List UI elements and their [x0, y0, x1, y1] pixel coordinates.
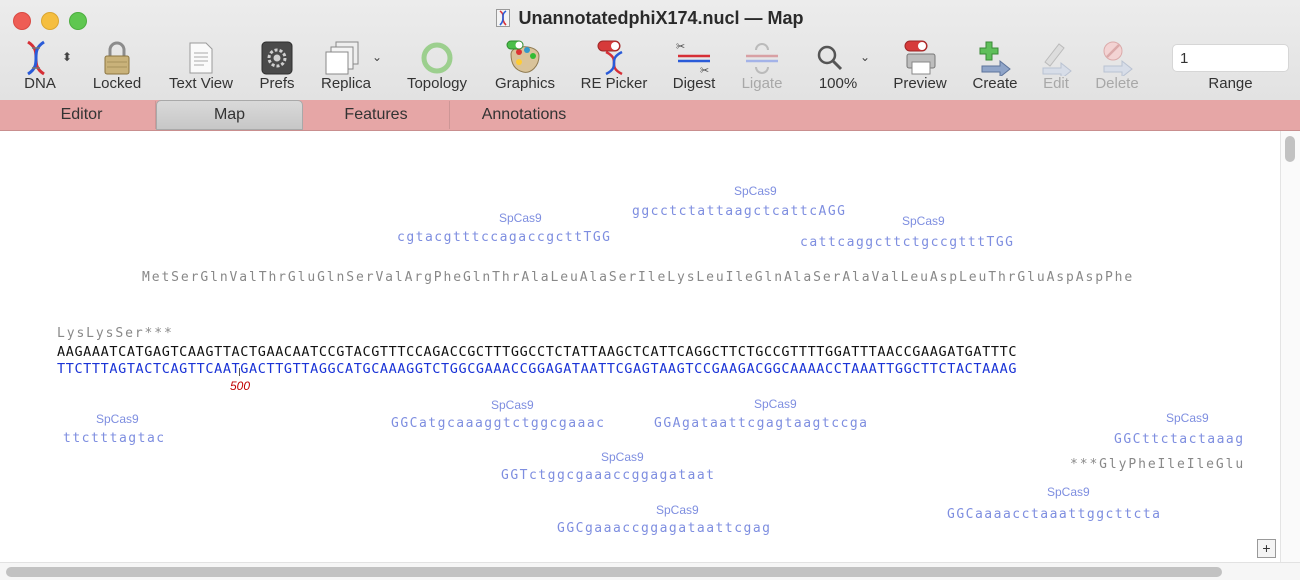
tab-features[interactable]: Features — [303, 101, 450, 129]
tab-editor[interactable]: Editor — [8, 101, 156, 129]
re-picker-label: RE Picker — [580, 75, 648, 92]
guide-sequence[interactable]: cattcaggcttctgccgtttTGG — [800, 235, 1015, 250]
replica-chevron-down-icon: ⌄ — [372, 50, 383, 64]
zoom-in-plus-button[interactable]: + — [1257, 539, 1276, 558]
prefs-label: Prefs — [259, 75, 295, 92]
pencil-edit-icon — [1042, 43, 1072, 76]
range-label: Range — [1208, 75, 1253, 92]
zoom-label: 100% — [818, 75, 858, 92]
guide-label: SpCas9 — [656, 503, 699, 517]
dna-bottom-strand[interactable]: TTCTTTAGTACTCAGTTCAATGACTTGTTAGGCATGCAAA… — [57, 361, 1017, 377]
horizontal-scrollbar[interactable] — [0, 562, 1300, 580]
graphics-button[interactable]: Graphics — [490, 40, 560, 94]
guide-label: SpCas9 — [499, 211, 542, 225]
gear-icon — [261, 41, 293, 75]
replica-label: Replica — [320, 75, 372, 92]
guide-label: SpCas9 — [1166, 411, 1209, 425]
locked-label: Locked — [92, 75, 142, 92]
guide-sequence[interactable]: GGCttctactaaag — [1114, 432, 1245, 447]
scissors-digest-icon: ✂ ✂ — [676, 40, 710, 76]
locked-button[interactable]: Locked — [88, 40, 146, 94]
svg-text:✂: ✂ — [676, 40, 685, 53]
dna-menu-button[interactable]: ⬍ DNA — [14, 40, 73, 94]
text-view-button[interactable]: Text View — [164, 40, 238, 94]
guide-label: SpCas9 — [902, 214, 945, 228]
horizontal-scroll-thumb[interactable] — [6, 567, 1222, 577]
document-icon — [189, 42, 213, 74]
vertical-scrollbar[interactable] — [1280, 131, 1300, 562]
preview-button[interactable]: Preview — [886, 40, 954, 94]
dna-label: DNA — [24, 75, 56, 92]
guide-sequence[interactable]: GGCgaaaccggagataattcgag — [557, 521, 772, 536]
guide-sequence[interactable]: ttctttagtac — [63, 431, 166, 446]
toolbar: UnannotatedphiX174.nucl — Map ⬍ DNA Lock… — [0, 0, 1300, 101]
tab-map[interactable]: Map — [156, 100, 303, 130]
guide-label: SpCas9 — [601, 450, 644, 464]
dna-top-strand[interactable]: AAGAAATCATGAGTCAAGTTACTGAACAATCCGTACGTTT… — [57, 344, 1017, 360]
guide-label: SpCas9 — [1047, 485, 1090, 499]
circle-topology-icon — [421, 42, 453, 74]
graphics-label: Graphics — [494, 75, 556, 92]
window-title-text: UnannotatedphiX174.nucl — Map — [518, 8, 804, 28]
ligate-icon — [746, 43, 778, 74]
guide-label: SpCas9 — [734, 184, 777, 198]
vertical-scroll-thumb[interactable] — [1285, 136, 1295, 162]
prefs-button[interactable]: Prefs — [252, 40, 302, 94]
replica-windows-icon — [325, 41, 359, 75]
tab-annotations[interactable]: Annotations — [450, 101, 598, 129]
topology-button[interactable]: Topology — [400, 40, 474, 94]
position-tick — [239, 368, 240, 376]
app-window: UnannotatedphiX174.nucl — Map ⬍ DNA Lock… — [0, 0, 1300, 580]
guide-sequence[interactable]: GGTctggcgaaaccggagataat — [501, 468, 716, 483]
range-input[interactable]: 1 — [1172, 44, 1289, 72]
edit-button[interactable]: Edit — [1034, 40, 1078, 94]
guide-label: SpCas9 — [491, 398, 534, 412]
dna-updown-icon: ⬍ — [62, 50, 73, 64]
printer-preview-icon — [904, 40, 936, 75]
ligate-label: Ligate — [741, 75, 783, 92]
view-tab-bar: Editor Map Features Annotations — [0, 100, 1300, 131]
guide-sequence[interactable]: cgtacgtttccagaccgcttTGG — [397, 230, 612, 245]
protein-translation-reverse: ***GlyPheIleIleGlu — [1070, 457, 1246, 472]
preview-label: Preview — [893, 75, 947, 92]
create-button[interactable]: Create — [966, 40, 1024, 94]
guide-sequence[interactable]: GGCaaaacctaaattggcttcta — [947, 507, 1162, 522]
digest-label: Digest — [672, 75, 716, 92]
edit-label: Edit — [1043, 75, 1069, 92]
guide-sequence[interactable]: GGCatgcaaaggtctggcgaaac — [391, 416, 606, 431]
dna-helix-icon — [27, 40, 45, 76]
padlock-icon — [104, 41, 130, 75]
create-plus-arrow-icon — [979, 41, 1011, 76]
create-label: Create — [972, 75, 1018, 92]
delete-label: Delete — [1095, 75, 1139, 92]
delete-icon — [1103, 41, 1133, 76]
topology-label: Topology — [406, 75, 468, 92]
digest-button[interactable]: ✂ ✂ Digest — [666, 40, 722, 94]
guide-label: SpCas9 — [96, 412, 139, 426]
guide-sequence[interactable]: GGAgataattcgagtaagtccga — [654, 416, 869, 431]
zoom-menu-button[interactable]: ⌄ 100% — [806, 40, 872, 94]
dna-file-icon — [496, 9, 511, 27]
ligate-button[interactable]: Ligate — [736, 40, 788, 94]
guide-label: SpCas9 — [754, 397, 797, 411]
window-title: UnannotatedphiX174.nucl — Map — [0, 8, 1300, 29]
zoom-chevron-down-icon: ⌄ — [860, 50, 871, 64]
text-view-label: Text View — [169, 75, 233, 92]
re-picker-button[interactable]: RE Picker — [578, 40, 650, 94]
delete-button[interactable]: Delete — [1088, 40, 1146, 94]
magnifier-icon — [817, 45, 843, 71]
sequence-map-view[interactable]: SpCas9 ggcctctattaagctcattcAGG SpCas9 cg… — [0, 131, 1280, 562]
protein-translation-previous: LysLysSer*** — [57, 326, 174, 341]
protein-translation-forward: MetSerGlnValThrGluGlnSerValArgPheGlnThrA… — [142, 270, 1135, 285]
guide-sequence[interactable]: ggcctctattaagctcattcAGG — [632, 204, 847, 219]
palette-icon — [506, 40, 540, 73]
position-marker: 500 — [230, 379, 251, 393]
re-picker-icon — [597, 40, 623, 76]
replica-menu-button[interactable]: ⌄ Replica — [318, 40, 382, 94]
